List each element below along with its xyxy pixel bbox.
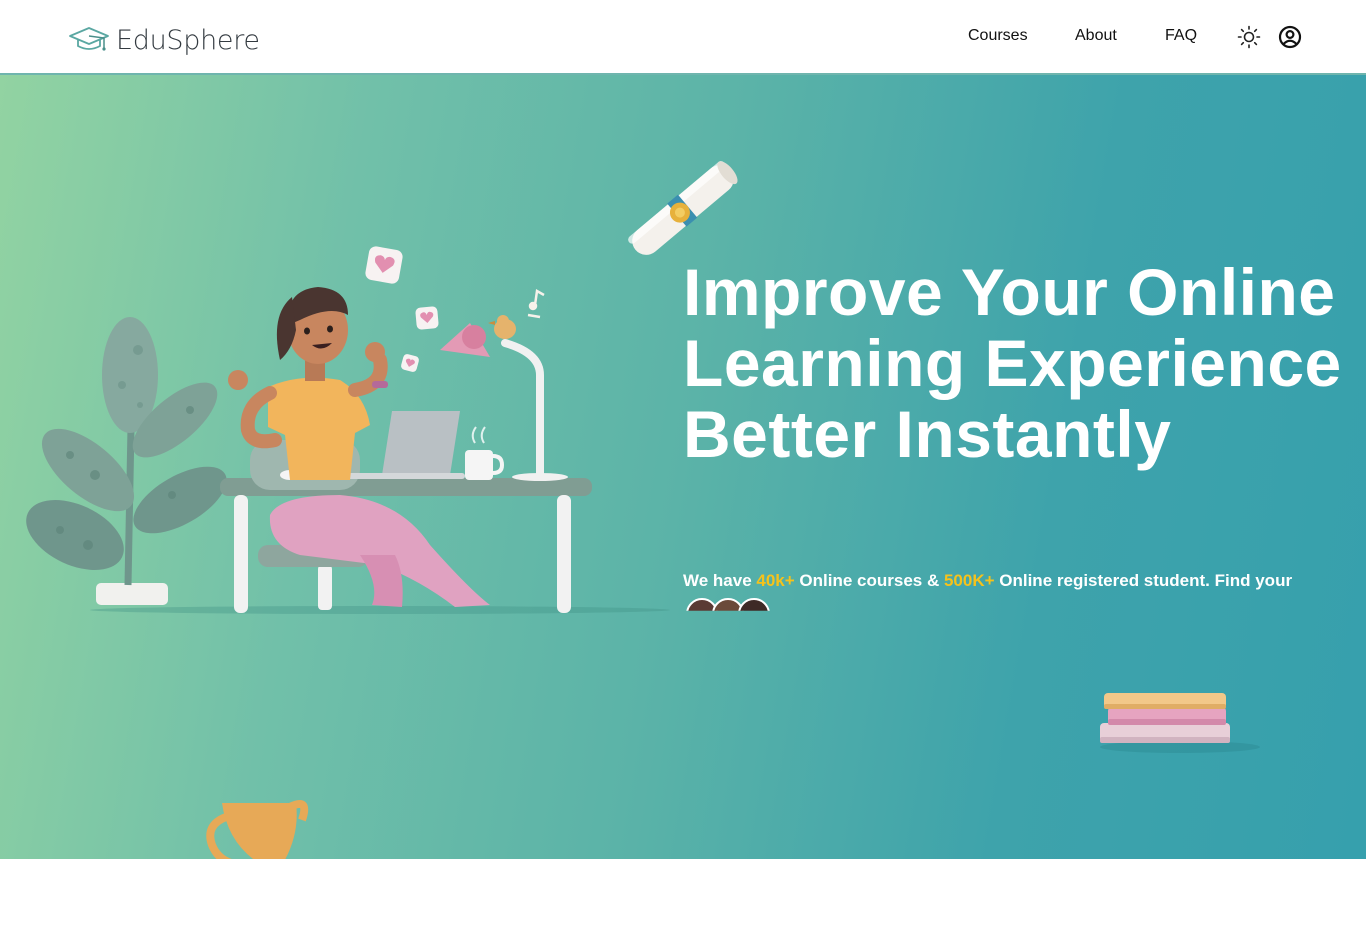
- hero-section: Improve Your Online Learning Experience …: [0, 75, 1366, 859]
- nav-link-faq[interactable]: FAQ: [1165, 26, 1197, 46]
- student-avatars: [686, 598, 786, 618]
- navbar: EduSphere Courses About FAQ: [0, 0, 1366, 75]
- hero-subtitle-part2: Online courses &: [794, 571, 944, 590]
- students-count-highlight: 500K+: [943, 571, 995, 590]
- theme-toggle-button[interactable]: [1236, 24, 1262, 50]
- heart-bubbles-image: [365, 246, 439, 372]
- avatar: [738, 598, 770, 611]
- hero-title: Improve Your Online Learning Experience …: [683, 255, 1342, 471]
- trophy-image: [206, 800, 309, 859]
- book-stack-image: [1100, 693, 1260, 753]
- sun-icon: [1237, 25, 1261, 49]
- desk-lamp-image: [440, 323, 568, 481]
- nav-link-courses[interactable]: Courses: [968, 26, 1028, 46]
- music-notes-image: [527, 289, 545, 319]
- hero-subtitle-part1: We have: [683, 571, 757, 590]
- desk-image: [220, 478, 592, 613]
- nav-link-about[interactable]: About: [1075, 26, 1117, 46]
- below-fold-section: [0, 859, 1366, 946]
- student-character-image: [228, 287, 490, 607]
- laptop-image: [335, 411, 465, 479]
- diploma-scroll-image: [628, 161, 738, 255]
- hero-subtitle: We have 40k+ Online courses & 500K+ Onli…: [683, 568, 1353, 600]
- courses-count-highlight: 40k+: [756, 571, 795, 590]
- avatar: [712, 598, 744, 611]
- main-nav: Courses About FAQ: [0, 26, 1366, 50]
- coffee-mug-image: [465, 426, 505, 480]
- bird-image: [488, 315, 516, 339]
- chair-image: [250, 440, 368, 567]
- user-circle-icon: [1278, 25, 1302, 49]
- avatar: [686, 598, 718, 611]
- user-account-button[interactable]: [1277, 24, 1303, 50]
- potted-plant-image: [26, 317, 227, 605]
